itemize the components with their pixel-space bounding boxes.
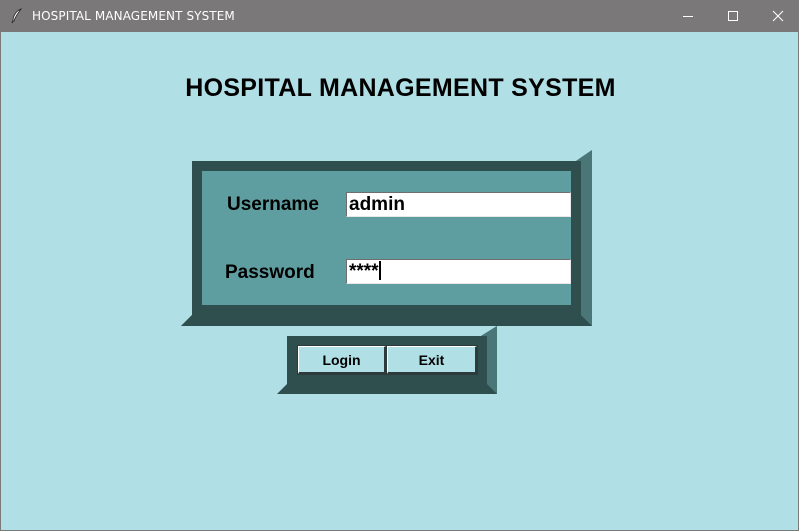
username-value: admin [349, 194, 405, 215]
login-button[interactable]: Login [297, 345, 387, 375]
password-value: **** [349, 261, 379, 282]
minimize-icon [683, 16, 693, 17]
feather-icon [11, 8, 23, 24]
login-frame [181, 150, 592, 326]
username-label: Username [227, 194, 319, 215]
page-title: HOSPITAL MANAGEMENT SYSTEM [185, 74, 616, 102]
close-button[interactable] [755, 0, 799, 32]
window-title: HOSPITAL MANAGEMENT SYSTEM [32, 9, 235, 23]
login-frame-border [181, 150, 592, 326]
password-input[interactable]: **** [346, 259, 571, 284]
close-icon [772, 10, 784, 22]
password-label: Password [225, 262, 315, 283]
exit-button[interactable]: Exit [386, 345, 478, 375]
text-caret [378, 261, 381, 280]
maximize-icon [728, 11, 738, 21]
minimize-button[interactable] [665, 0, 711, 32]
app-window: HOSPITAL MANAGEMENT SYSTEM HOSPITAL MANA… [0, 0, 799, 531]
title-bar[interactable]: HOSPITAL MANAGEMENT SYSTEM [1, 0, 798, 32]
username-input[interactable]: admin [346, 192, 571, 217]
maximize-button[interactable] [710, 0, 756, 32]
